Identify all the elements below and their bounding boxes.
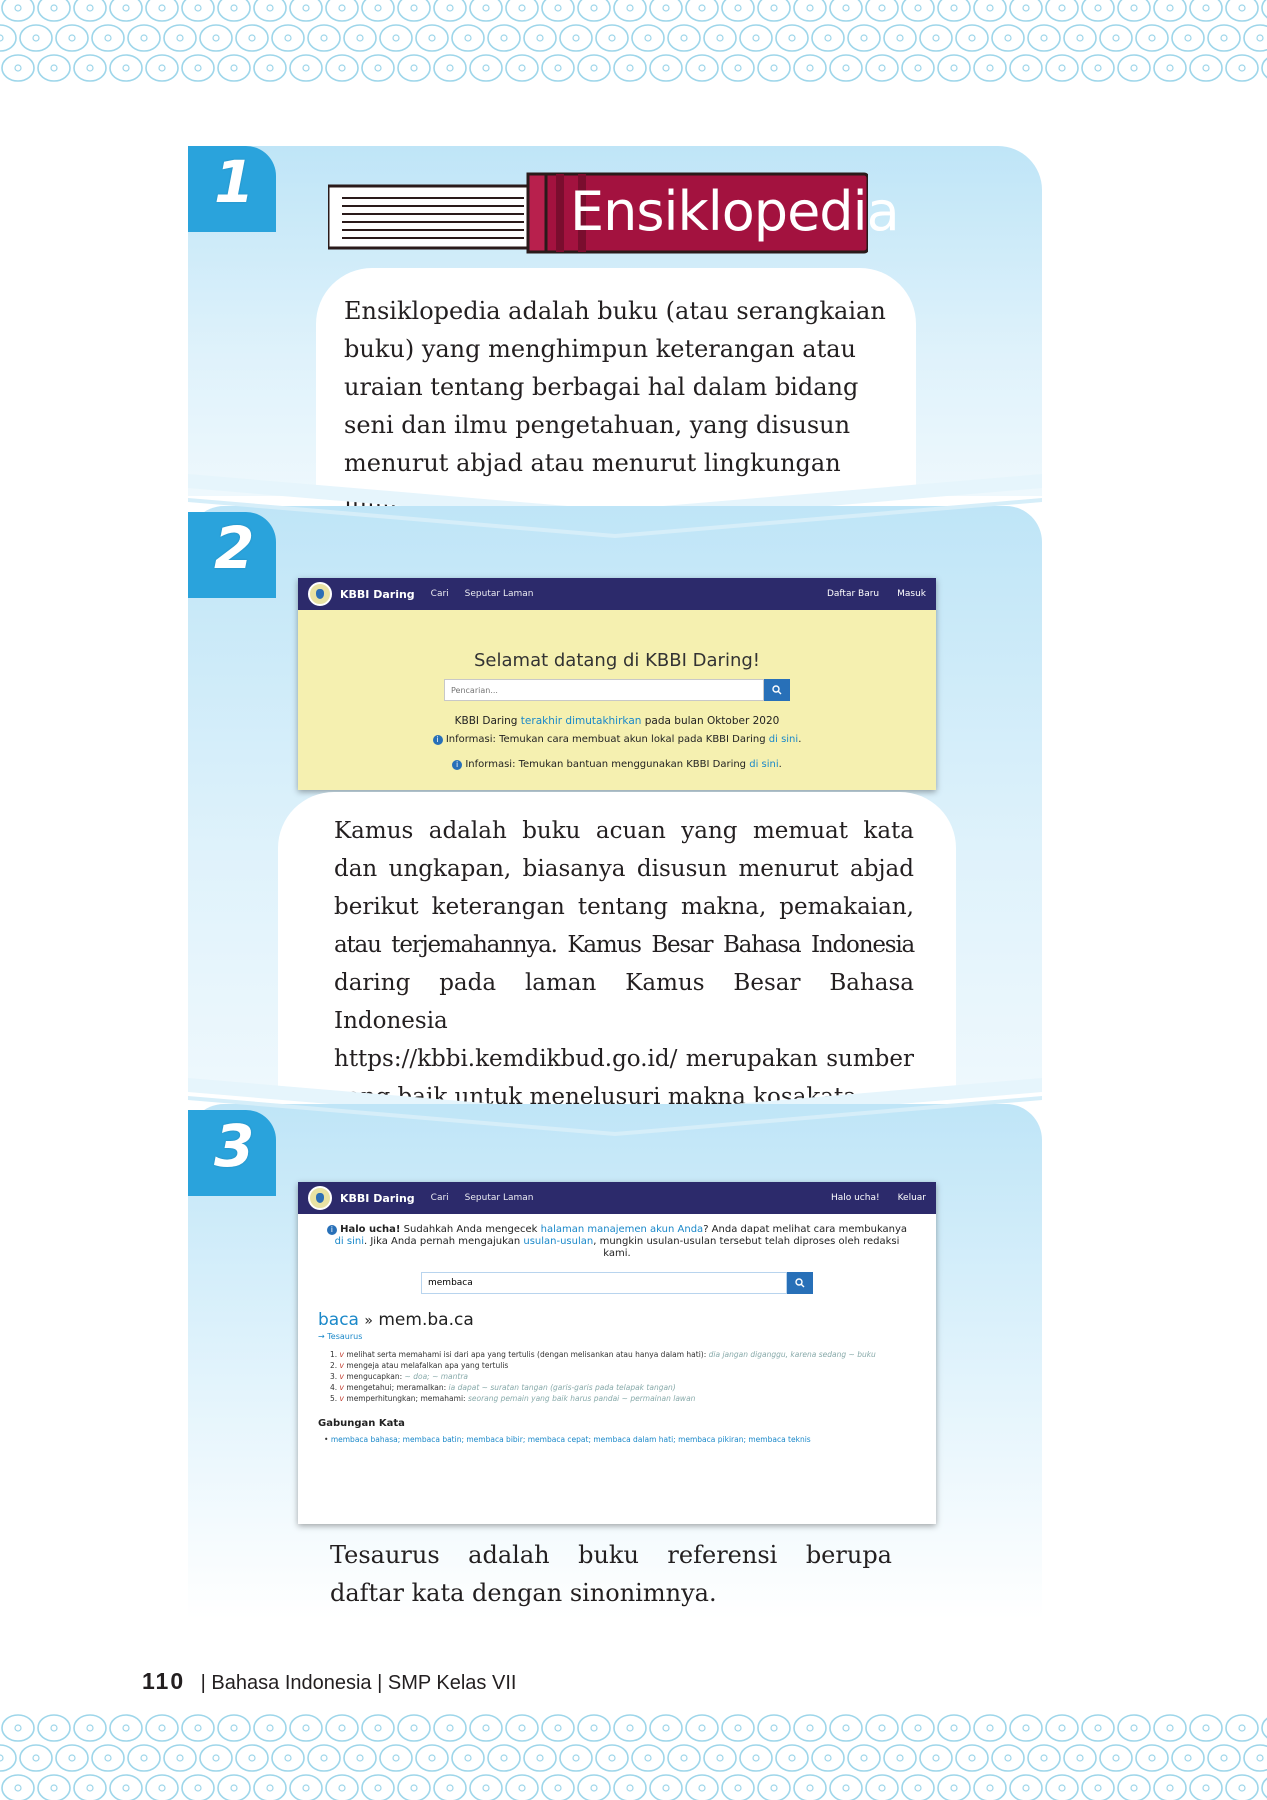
dictionary-text-box: Kamus adalah buku acuan yang memuat kata…	[278, 792, 956, 1110]
kbbi-home-screenshot: KBBI Daring Cari Seputar Laman Daftar Ba…	[298, 578, 936, 790]
kbbi-welcome-area: Selamat datang di KBBI Daring! KBBI Dari…	[298, 610, 936, 790]
search-icon	[795, 1278, 805, 1288]
chevron-divider	[188, 1096, 1042, 1136]
nav-register-link[interactable]: Daftar Baru	[827, 589, 879, 599]
dictionary-definition: Kamus adalah buku acuan yang memuat kata…	[334, 818, 915, 1110]
info2-link[interactable]: di sini	[749, 759, 778, 770]
book-title-footer: | Bahasa Indonesia | SMP Kelas VII	[200, 1672, 517, 1694]
nav-search-link[interactable]: Cari	[431, 589, 449, 599]
search-input[interactable]	[421, 1272, 787, 1294]
kbbi-navbar: KBBI Daring Cari Seputar Laman Daftar Ba…	[298, 578, 936, 610]
nav-about-link[interactable]: Seputar Laman	[465, 589, 534, 599]
update-line: KBBI Daring terakhir dimutakhirkan pada …	[454, 715, 780, 727]
gabungan-heading: Gabungan Kata	[318, 1418, 405, 1429]
search-bar	[298, 1272, 936, 1294]
info1-link[interactable]: di sini	[769, 734, 798, 745]
nav-login-link[interactable]: Masuk	[897, 589, 926, 599]
pos-marker: v	[339, 1394, 344, 1403]
gabungan-list: • membaca bahasa; membaca batin; membaca…	[324, 1435, 811, 1444]
pos-marker: v	[339, 1372, 344, 1381]
search-icon	[772, 685, 782, 695]
pos-marker: v	[339, 1350, 344, 1359]
info-line-2: i Informasi: Temukan bantuan menggunakan…	[298, 759, 936, 770]
sense-item: 5. v memperhitungkan; memahami: seorang …	[330, 1394, 696, 1403]
kbbi-logo-icon	[308, 582, 332, 606]
page-footer: 110 | Bahasa Indonesia | SMP Kelas VII	[142, 1668, 516, 1695]
sense-item: 1. v melihat serta memahami isi dari apa…	[330, 1350, 876, 1359]
kbbi-result-screenshot: KBBI Daring Cari Seputar Laman Halo ucha…	[298, 1182, 936, 1524]
section-number-tab-1: 1	[188, 146, 276, 232]
gabungan-links[interactable]: membaca bahasa; membaca batin; membaca b…	[331, 1435, 811, 1444]
info-icon: i	[432, 735, 443, 745]
kbbi-brand[interactable]: KBBI Daring	[340, 588, 415, 601]
thesaurus-text-box: Tesaurus adalah buku referensi berupa da…	[294, 1526, 948, 1632]
page-number: 110	[142, 1668, 186, 1694]
top-decorative-pattern	[0, 0, 1267, 88]
update-link[interactable]: terakhir dimutakhirkan	[521, 715, 642, 727]
welcome-heading: Selamat datang di KBBI Daring!	[474, 650, 760, 671]
bottom-decorative-pattern	[0, 1712, 1267, 1800]
proposals-link[interactable]: usulan-usulan	[523, 1236, 593, 1247]
thesaurus-definition: Tesaurus adalah buku referensi berupa da…	[330, 1541, 892, 1607]
entry-heading: baca » mem.ba.ca	[318, 1310, 474, 1330]
sense-list: 1. v melihat serta memahami isi dari apa…	[330, 1349, 916, 1404]
chevron-divider	[188, 498, 1042, 538]
encyclopedia-text-box: Ensiklopedia adalah buku (atau serangkai…	[316, 268, 916, 515]
info-icon: i	[326, 1225, 337, 1235]
info-icon: i	[452, 760, 463, 770]
headword: mem.ba.ca	[378, 1310, 474, 1330]
nav-logout-link[interactable]: Keluar	[898, 1193, 926, 1203]
encyclopedia-book-title: Ensiklopedia	[570, 180, 900, 243]
pos-marker: v	[339, 1383, 344, 1392]
sense-item: 2. v mengeja atau melafalkan apa yang te…	[330, 1361, 509, 1370]
nav-about-link[interactable]: Seputar Laman	[465, 1193, 534, 1203]
kbbi-logo-icon	[308, 1186, 332, 1210]
thesaurus-link[interactable]: → Tesaurus	[318, 1332, 916, 1341]
here-link[interactable]: di sini	[335, 1236, 364, 1247]
sense-item: 4. v mengetahui; meramalkan: ia dapat ~ …	[330, 1383, 676, 1392]
kbbi-navbar: KBBI Daring Cari Seputar Laman Halo ucha…	[298, 1182, 936, 1214]
nav-search-link[interactable]: Cari	[431, 1193, 449, 1203]
kbbi-brand[interactable]: KBBI Daring	[340, 1192, 415, 1205]
entry-area: baca » mem.ba.ca → Tesaurus 1. v melihat…	[298, 1294, 936, 1444]
search-button[interactable]	[764, 679, 790, 701]
nav-user-link[interactable]: Halo ucha!	[831, 1193, 880, 1203]
sense-item: 3. v mengucapkan: ~ doa; ~ mantra	[330, 1372, 469, 1381]
section-number: 1	[214, 148, 255, 216]
search-button[interactable]	[787, 1272, 813, 1294]
pos-marker: v	[339, 1361, 344, 1370]
info-line-1: i Informasi: Temukan cara membuat akun l…	[298, 734, 936, 745]
root-word-link[interactable]: baca	[318, 1310, 359, 1330]
account-link[interactable]: halaman manajemen akun Anda	[541, 1224, 704, 1235]
search-input[interactable]	[444, 679, 764, 701]
search-bar	[298, 679, 936, 701]
account-notice: i Halo ucha! Sudahkah Anda mengecek hala…	[298, 1214, 936, 1260]
